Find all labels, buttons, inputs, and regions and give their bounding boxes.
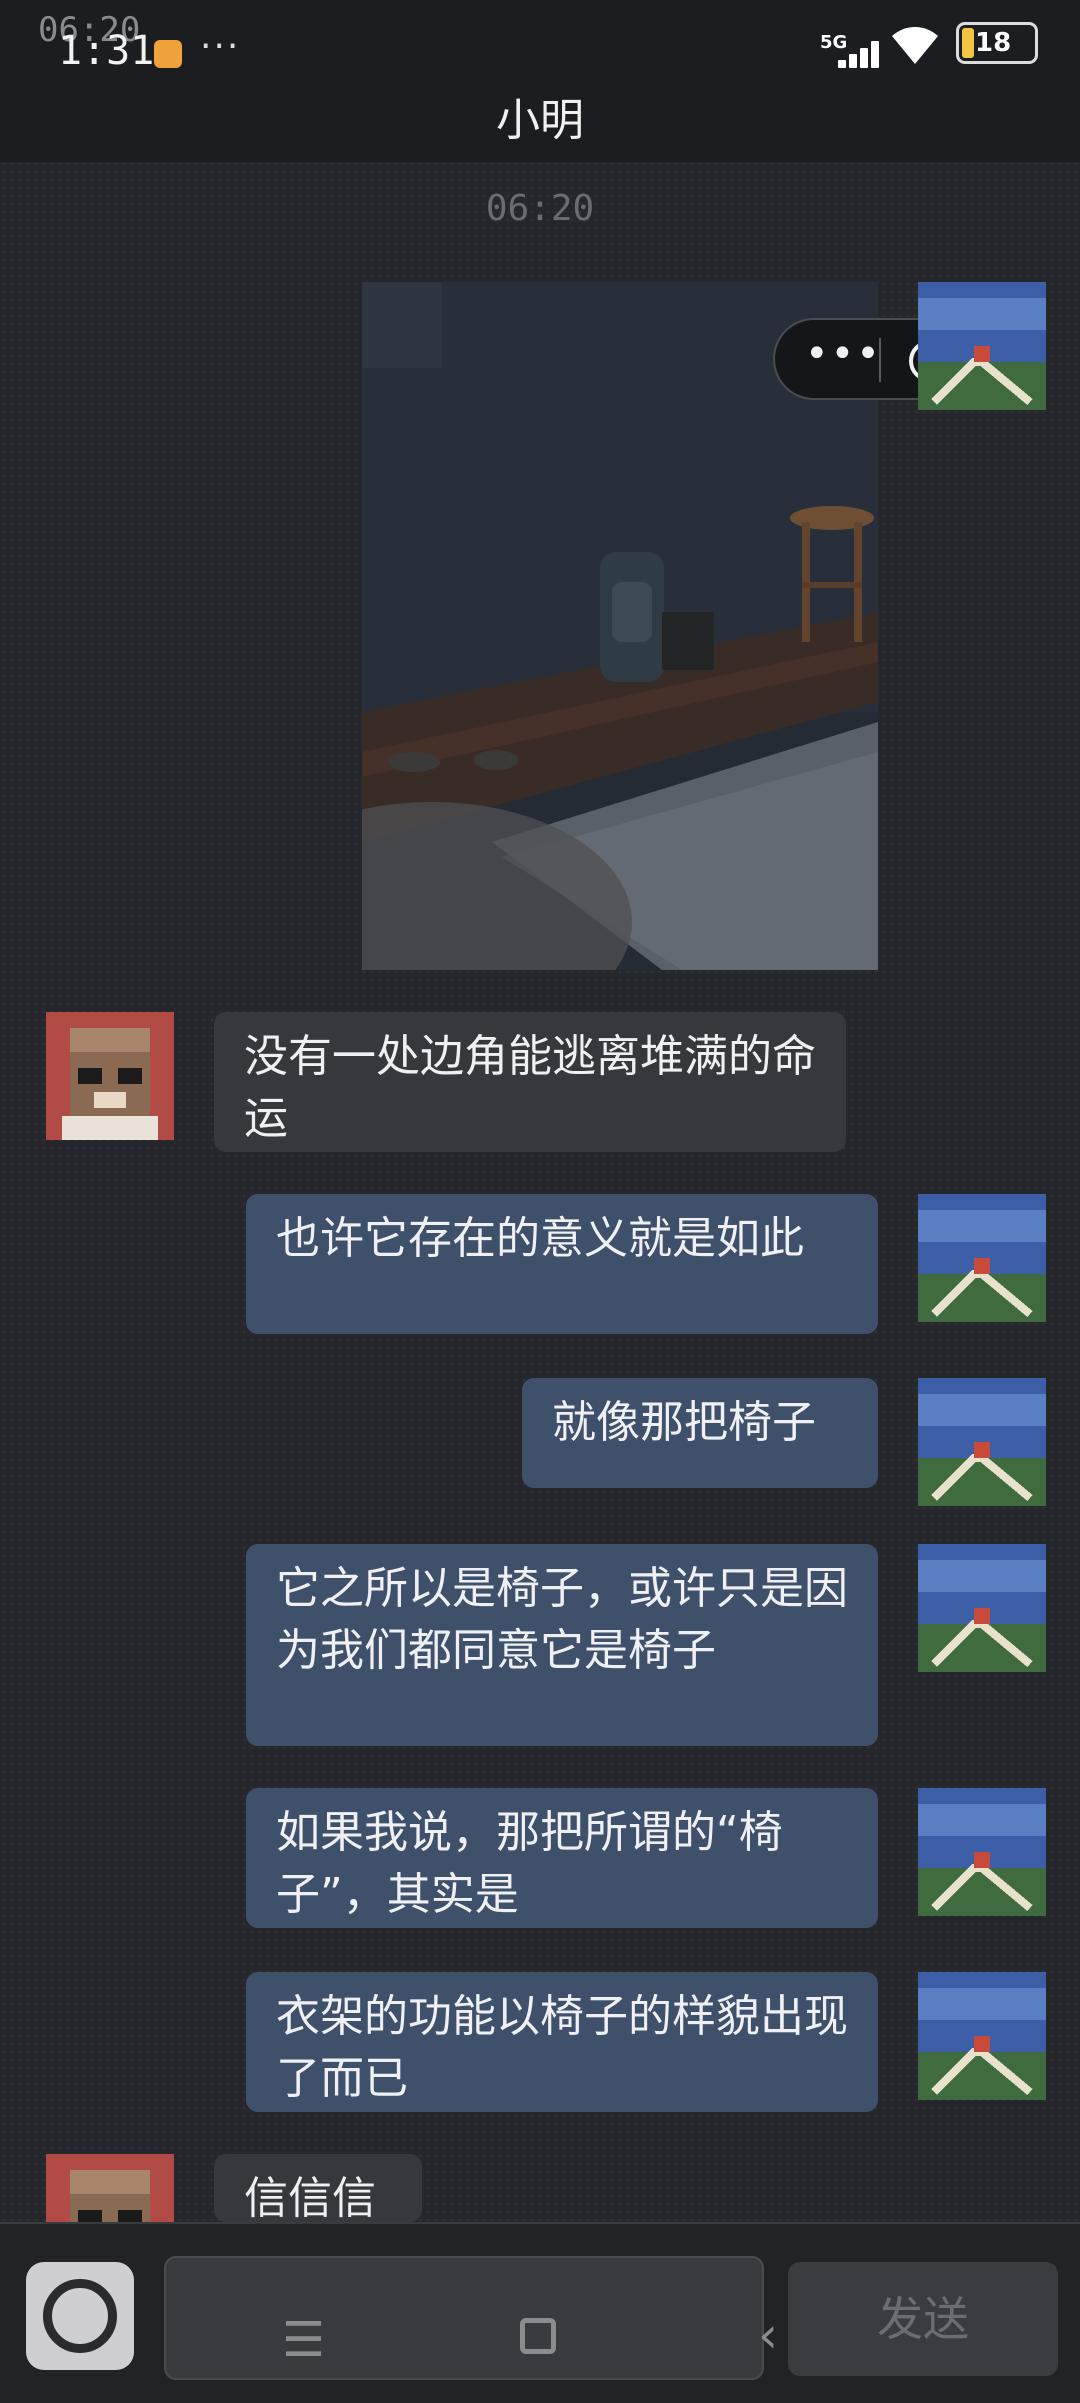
battery-level: 18 (975, 28, 1012, 58)
camera-icon (43, 2279, 117, 2353)
avatar-self[interactable] (918, 282, 1046, 410)
status-time: 1:31 (58, 28, 155, 74)
message-bubble[interactable]: 衣架的功能以椅子的样貌出现了而已 (246, 1972, 878, 2112)
avatar-self[interactable] (918, 1972, 1046, 2100)
avatar-self[interactable] (918, 1378, 1046, 1506)
landscape-avatar-icon (918, 1788, 1046, 1916)
message-bubble[interactable]: 也许它存在的意义就是如此 (246, 1194, 878, 1334)
message-bubble[interactable]: 就像那把椅子 (522, 1378, 878, 1488)
battery-icon: 18 (956, 22, 1038, 64)
capsule-divider (879, 338, 881, 382)
back-nav-icon[interactable]: ‹ (758, 2306, 778, 2364)
signal-icon (838, 40, 882, 68)
message-bubble[interactable]: 信信信 (214, 2154, 422, 2222)
avatar-self[interactable] (918, 1194, 1046, 1322)
message-timestamp: 06:20 (485, 188, 595, 229)
send-button[interactable]: 发送 (788, 2262, 1058, 2376)
landscape-avatar-icon (918, 1544, 1046, 1672)
more-icon[interactable]: ••• (805, 334, 882, 374)
landscape-avatar-icon (918, 1972, 1046, 2100)
avatar-friend[interactable] (46, 2154, 174, 2222)
more-notifications-indicator: ··· (200, 26, 241, 67)
message-bubble[interactable]: 如果我说，那把所谓的“椅子”，其实是 (246, 1788, 878, 1928)
landscape-avatar-icon (918, 1194, 1046, 1322)
wifi-icon (892, 27, 938, 64)
avatar-friend[interactable] (46, 1012, 174, 1140)
avatar-self[interactable] (918, 1788, 1046, 1916)
camera-button[interactable] (26, 2262, 134, 2370)
owl-avatar-icon (46, 2154, 174, 2222)
chat-title[interactable]: 小明 (0, 84, 1080, 148)
landscape-avatar-icon (918, 1378, 1046, 1506)
menu-nav-icon[interactable]: ☰ (282, 2312, 325, 2368)
message-bubble[interactable]: 它之所以是椅子，或许只是因为我们都同意它是椅子 (246, 1544, 878, 1746)
avatar-self[interactable] (918, 1544, 1046, 1672)
owl-avatar-icon (46, 1012, 174, 1140)
landscape-avatar-icon (918, 282, 1046, 410)
message-input[interactable] (164, 2256, 764, 2380)
home-nav-icon[interactable] (520, 2318, 556, 2354)
message-bubble[interactable]: 没有一处边角能逃离堆满的命运 (214, 1012, 846, 1152)
notification-app-icon (154, 40, 182, 68)
